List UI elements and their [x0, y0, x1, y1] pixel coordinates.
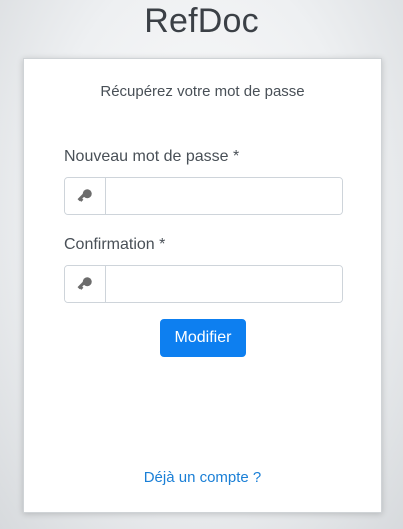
key-icon [65, 178, 106, 214]
login-link[interactable]: Déjà un compte ? [24, 469, 381, 486]
key-icon [65, 266, 106, 302]
confirmation-group [64, 265, 343, 303]
app-title: RefDoc [144, 2, 259, 40]
password-reset-card: Récupérez votre mot de passe Nouveau mot… [23, 58, 382, 513]
confirmation-input[interactable] [106, 266, 342, 302]
confirmation-label: Confirmation * [64, 236, 166, 253]
modify-button[interactable]: Modifier [160, 319, 246, 357]
new-password-input[interactable] [106, 178, 342, 214]
new-password-label: Nouveau mot de passe * [64, 148, 240, 165]
card-heading: Récupérez votre mot de passe [100, 83, 305, 100]
new-password-group [64, 177, 343, 215]
